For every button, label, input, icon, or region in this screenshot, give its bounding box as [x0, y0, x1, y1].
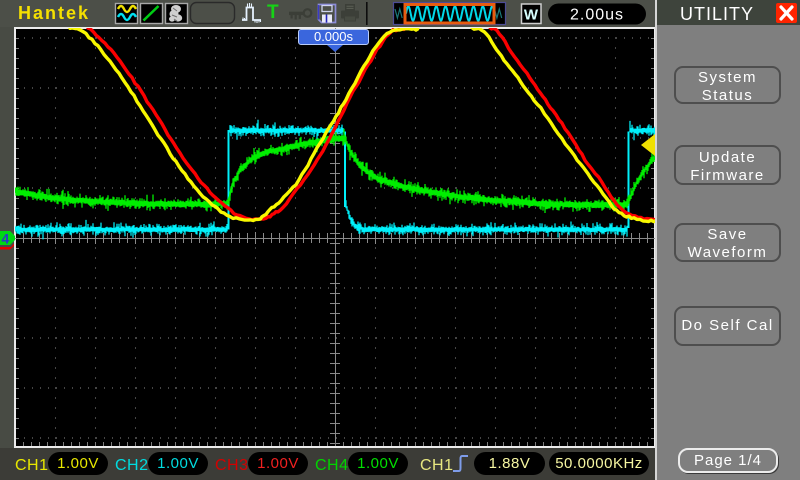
svg-text:2.00us: 2.00us	[570, 7, 624, 24]
svg-text:W: W	[524, 7, 539, 24]
svg-text:4: 4	[2, 231, 10, 247]
